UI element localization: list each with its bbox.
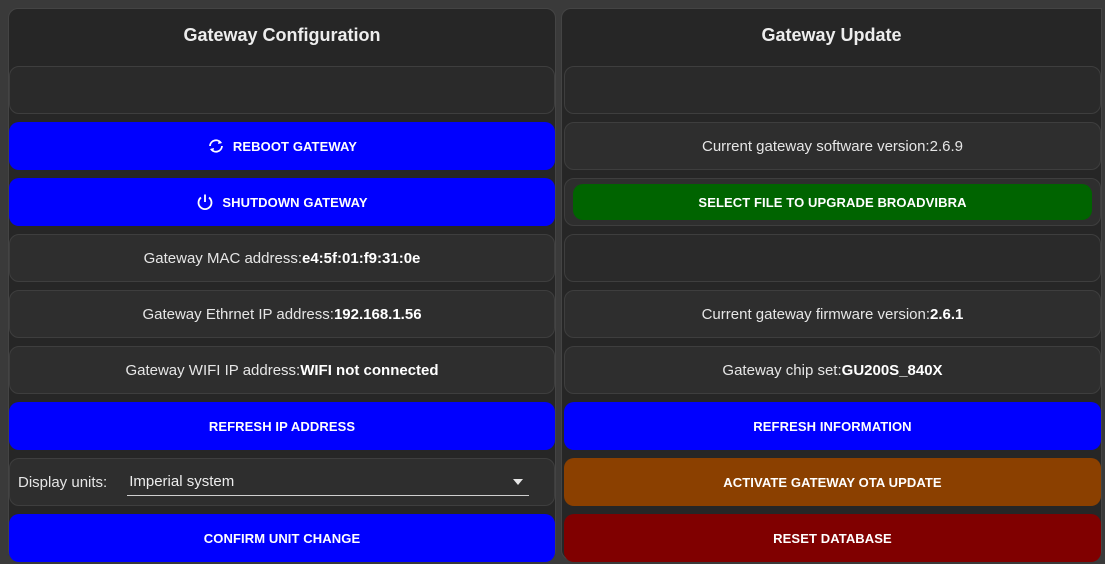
panel-title: Gateway Update: [761, 25, 902, 45]
wifi-ip-row: Gateway WIFI IP address: WIFI not connec…: [9, 346, 555, 394]
select-file-row: SELECT FILE TO UPGRADE BROADVIBRA: [564, 178, 1101, 226]
mac-address-row: Gateway MAC address: e4:5f:01:f9:31:0e: [9, 234, 555, 282]
chip-set-row: Gateway chip set: GU200S_840X: [564, 346, 1101, 394]
software-version-label: Current gateway software version:: [702, 137, 930, 155]
firmware-version-row: Current gateway firmware version: 2.6.1: [564, 290, 1101, 338]
shutdown-gateway-label: SHUTDOWN GATEWAY: [222, 194, 368, 210]
mac-address-value: e4:5f:01:f9:31:0e: [302, 249, 421, 267]
reboot-gateway-label: REBOOT GATEWAY: [232, 138, 358, 154]
empty-row: [564, 234, 1101, 282]
software-version-row: Current gateway software version: 2.6.9: [564, 122, 1101, 170]
firmware-version-value: 2.6.1: [930, 305, 964, 323]
software-version-value: 2.6.9: [929, 137, 963, 155]
select-file-upgrade-button[interactable]: SELECT FILE TO UPGRADE BROADVIBRA: [573, 184, 1092, 220]
confirm-unit-change-button[interactable]: CONFIRM UNIT CHANGE: [9, 514, 555, 562]
chip-set-value: GU200S_840X: [841, 361, 943, 379]
chip-set-label: Gateway chip set:: [722, 361, 842, 379]
firmware-version-label: Current gateway firmware version:: [701, 305, 931, 323]
panel-title: Gateway Configuration: [183, 25, 381, 45]
refresh-ip-address-button[interactable]: REFRESH IP ADDRESS: [9, 402, 555, 450]
gateway-configuration-panel: Gateway Configuration REBOOT GATEWAY SHU…: [8, 8, 556, 562]
ethernet-ip-label: Gateway Ethrnet IP address:: [142, 305, 334, 323]
empty-row: [9, 66, 555, 114]
display-units-value: Imperial system: [129, 473, 235, 490]
power-icon: [196, 193, 214, 211]
wifi-ip-label: Gateway WIFI IP address:: [125, 361, 301, 379]
reset-database-button[interactable]: RESET DATABASE: [564, 514, 1101, 562]
wifi-ip-value: WIFI not connected: [300, 361, 439, 379]
reboot-gateway-button[interactable]: REBOOT GATEWAY: [9, 122, 555, 170]
shutdown-gateway-button[interactable]: SHUTDOWN GATEWAY: [9, 178, 555, 226]
display-units-row: Display units: Imperial system: [9, 458, 555, 506]
ethernet-ip-row: Gateway Ethrnet IP address: 192.168.1.56: [9, 290, 555, 338]
caret-down-icon: [513, 478, 524, 485]
refresh-information-button[interactable]: REFRESH INFORMATION: [564, 402, 1101, 450]
empty-row: [564, 66, 1101, 114]
display-units-label: Display units:: [18, 473, 108, 491]
refresh-icon: [207, 138, 225, 154]
ethernet-ip-value: 192.168.1.56: [333, 305, 422, 323]
display-units-select[interactable]: Imperial system: [127, 469, 530, 496]
mac-address-label: Gateway MAC address:: [143, 249, 302, 267]
activate-ota-update-button[interactable]: ACTIVATE GATEWAY OTA UPDATE: [564, 458, 1101, 506]
gateway-update-panel: Gateway Update Current gateway software …: [561, 8, 1102, 562]
